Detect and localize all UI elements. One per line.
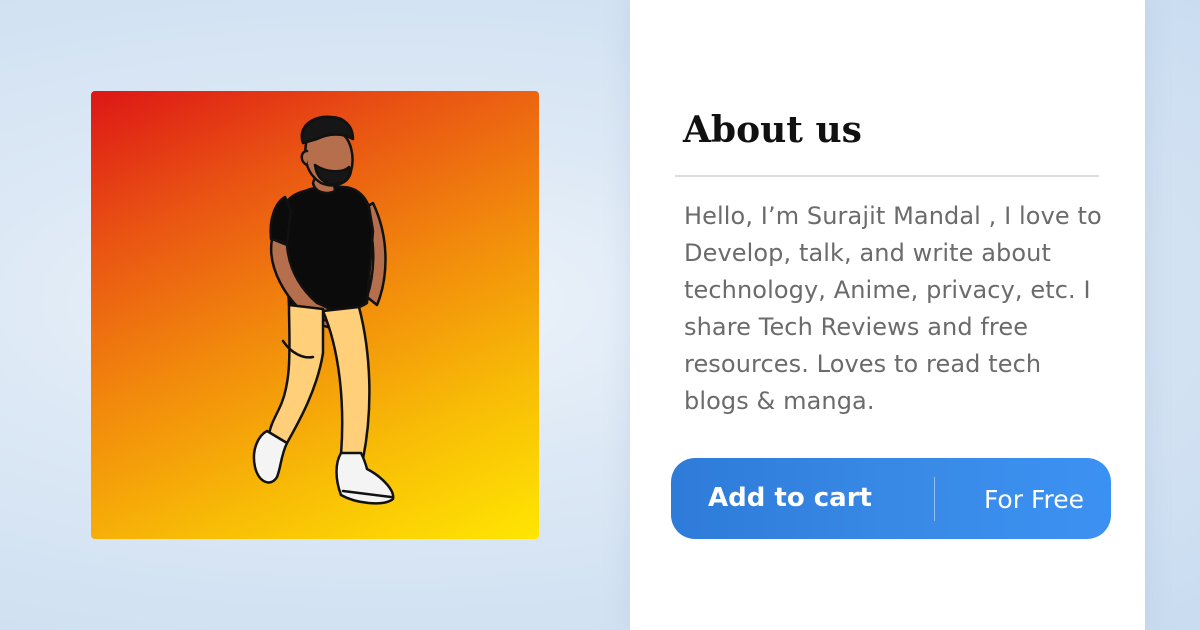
profile-image [91, 91, 539, 539]
about-panel: About us Hello, I’m Surajit Mandal , I l… [630, 0, 1145, 630]
add-to-cart-label: Add to cart [708, 483, 872, 513]
about-description: Hello, I’m Surajit Mandal , I love to De… [684, 202, 1102, 415]
price-label: For Free [983, 485, 1084, 514]
about-title: About us [683, 109, 862, 151]
title-divider [675, 175, 1099, 177]
add-to-cart-button[interactable]: Add to cart For Free [671, 458, 1111, 539]
button-separator [934, 477, 935, 521]
walking-man-illustration [252, 115, 395, 505]
